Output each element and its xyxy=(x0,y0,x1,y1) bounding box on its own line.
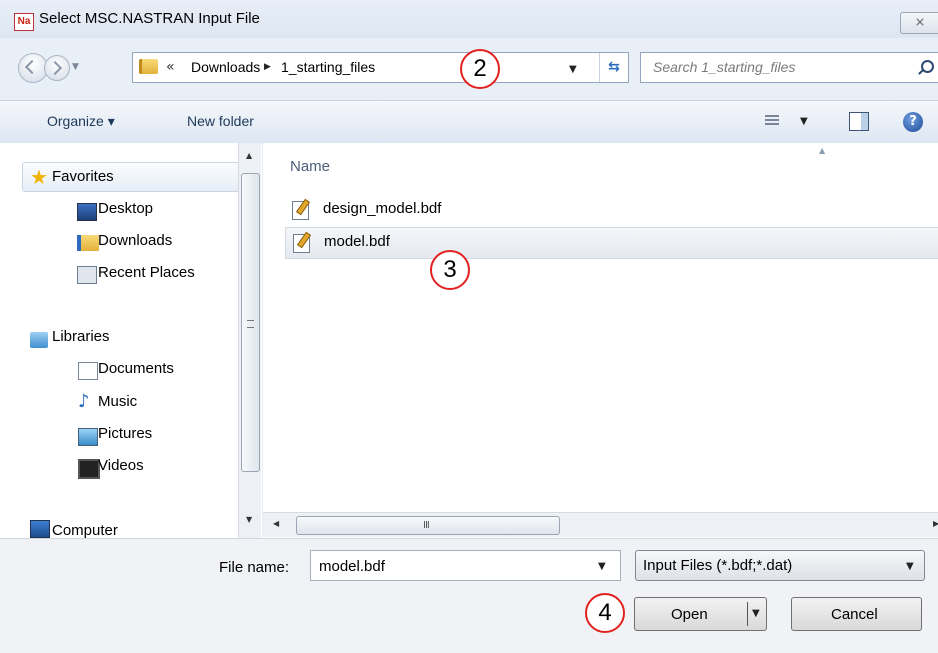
recent-places-icon xyxy=(77,266,97,284)
downloads-folder-icon xyxy=(77,235,99,251)
breadcrumb-downloads[interactable]: Downloads xyxy=(191,59,260,75)
breadcrumb-current-folder[interactable]: 1_starting_files xyxy=(281,59,375,75)
star-icon: ★ xyxy=(30,165,48,189)
preview-pane-icon[interactable] xyxy=(849,112,869,131)
command-toolbar: Organize ▾ New folder ▼ ? xyxy=(0,100,938,144)
file-name-value: model.bdf xyxy=(319,558,385,575)
search-icon[interactable] xyxy=(921,60,934,73)
file-name-input[interactable]: model.bdf ▼ xyxy=(310,550,621,581)
nav-item-libraries[interactable]: Libraries xyxy=(52,328,110,345)
music-icon: ♪ xyxy=(78,391,90,412)
text-document-icon xyxy=(292,201,309,220)
file-row-selected[interactable]: model.bdf xyxy=(285,227,938,259)
file-type-filter[interactable]: Input Files (*.bdf;*.dat) ▼ xyxy=(635,550,925,581)
hscroll-thumb[interactable]: III xyxy=(296,516,560,535)
organize-button[interactable]: Organize ▾ xyxy=(47,113,115,130)
nav-item-computer[interactable]: Computer xyxy=(52,522,118,539)
libraries-icon xyxy=(30,332,48,348)
documents-icon xyxy=(78,362,98,380)
nav-item-music[interactable]: Music xyxy=(98,393,137,410)
nav-pane-scrollbar[interactable]: ▲ ▼ xyxy=(238,143,261,538)
open-split-divider xyxy=(747,602,748,626)
open-button-label: Open xyxy=(671,606,708,623)
desktop-icon xyxy=(77,203,97,221)
column-header-name[interactable]: Name xyxy=(290,158,330,175)
scroll-right-arrow-icon[interactable]: ▶ xyxy=(933,519,938,528)
breadcrumb-separator-icon[interactable]: ▶ xyxy=(264,62,271,72)
recent-pages-chevron-icon[interactable]: ▼ xyxy=(72,62,79,72)
bottom-panel: File name: model.bdf ▼ Input Files (*.bd… xyxy=(0,538,938,653)
refresh-button[interactable]: ⇆ xyxy=(599,53,628,82)
filter-dropdown-icon[interactable]: ▼ xyxy=(906,561,914,572)
videos-icon xyxy=(78,459,100,479)
address-bar[interactable]: « Downloads ▶ 1_starting_files ▼ ⇆ xyxy=(132,52,629,83)
search-box[interactable]: Search 1_starting_files xyxy=(640,52,938,83)
breadcrumb-overflow[interactable]: « xyxy=(166,59,175,75)
views-dropdown-icon[interactable]: ▼ xyxy=(800,116,808,127)
file-list: Name ▲ design_model.bdf model.bdf xyxy=(263,143,938,538)
open-options-dropdown-icon[interactable]: ▼ xyxy=(752,608,760,619)
search-placeholder: Search 1_starting_files xyxy=(653,59,796,75)
scroll-up-arrow-icon[interactable]: ▲ xyxy=(246,151,252,160)
text-document-icon xyxy=(293,234,310,253)
file-list-hscrollbar[interactable]: ◀ III ▶ xyxy=(263,512,938,537)
computer-icon xyxy=(30,520,50,538)
title-bar: Na Select MSC.NASTRAN Input File ⨯ xyxy=(0,0,938,38)
folder-icon xyxy=(139,59,158,74)
scroll-grip-icon xyxy=(247,320,254,328)
scroll-down-arrow-icon[interactable]: ▼ xyxy=(246,515,252,524)
nav-item-documents[interactable]: Documents xyxy=(98,360,174,377)
scroll-left-arrow-icon[interactable]: ◀ xyxy=(273,519,279,528)
nav-item-favorites[interactable]: Favorites xyxy=(52,168,114,185)
address-dropdown-icon[interactable]: ▼ xyxy=(569,64,577,75)
file-row[interactable]: design_model.bdf xyxy=(285,195,938,225)
file-name-dropdown-icon[interactable]: ▼ xyxy=(598,561,606,572)
file-name: model.bdf xyxy=(324,233,390,250)
step-callout-3: 3 xyxy=(430,250,470,290)
views-icon[interactable] xyxy=(765,115,779,127)
file-open-dialog: Na Select MSC.NASTRAN Input File ⨯ ▼ « D… xyxy=(0,0,938,653)
nav-item-downloads[interactable]: Downloads xyxy=(98,232,172,249)
nav-item-videos[interactable]: Videos xyxy=(98,457,144,474)
open-button[interactable]: Open ▼ xyxy=(634,597,767,631)
file-name: design_model.bdf xyxy=(323,200,442,217)
new-folder-button[interactable]: New folder xyxy=(187,113,254,129)
forward-button[interactable] xyxy=(44,55,70,81)
nav-item-recent-places[interactable]: Recent Places xyxy=(98,264,195,281)
cancel-button-label: Cancel xyxy=(831,606,878,623)
step-callout-4: 4 xyxy=(585,593,625,633)
window-title: Select MSC.NASTRAN Input File xyxy=(39,10,260,27)
cancel-button[interactable]: Cancel xyxy=(791,597,922,631)
navigation-pane: ★ Favorites Desktop Downloads Recent Pla… xyxy=(0,143,262,539)
sort-ascending-icon: ▲ xyxy=(819,146,826,155)
nav-item-desktop[interactable]: Desktop xyxy=(98,200,153,217)
hscroll-grip: III xyxy=(423,520,430,531)
pictures-icon xyxy=(78,428,98,446)
help-icon[interactable]: ? xyxy=(903,112,923,132)
file-name-label: File name: xyxy=(219,559,290,576)
file-type-filter-value: Input Files (*.bdf;*.dat) xyxy=(643,557,793,574)
step-callout-2: 2 xyxy=(460,49,500,89)
close-button[interactable]: ⨯ xyxy=(900,12,938,34)
scroll-thumb[interactable] xyxy=(241,173,260,472)
nav-item-pictures[interactable]: Pictures xyxy=(98,425,152,442)
nastran-app-icon: Na xyxy=(14,13,34,31)
